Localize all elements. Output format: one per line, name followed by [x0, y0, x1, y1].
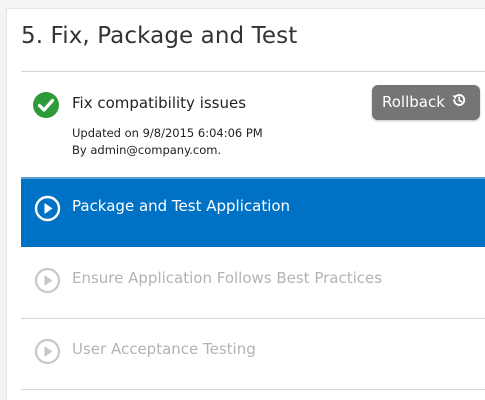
updated-by: By admin@company.com. — [72, 143, 222, 157]
step-label: User Acceptance Testing — [72, 340, 256, 358]
divider — [21, 389, 485, 390]
step-title: Fix compatibility issues — [72, 94, 247, 112]
divider — [21, 71, 485, 72]
step-label: Ensure Application Follows Best Practice… — [72, 269, 383, 287]
rollback-button[interactable]: Rollback — [372, 85, 480, 120]
play-circle-icon — [34, 338, 61, 365]
step-label: Package and Test Application — [72, 197, 291, 215]
step-best-practices[interactable]: Ensure Application Follows Best Practice… — [21, 249, 485, 319]
divider — [21, 318, 485, 319]
play-circle-icon — [34, 267, 61, 294]
fix-package-test-panel: 5. Fix, Package and Test Fix compatibili… — [6, 8, 485, 400]
play-circle-icon — [34, 195, 61, 222]
step-fix-compatibility: Fix compatibility issues Updated on 9/8/… — [21, 73, 485, 177]
updated-timestamp: Updated on 9/8/2015 6:04:06 PM — [72, 126, 263, 140]
checkmark-circle-icon — [33, 92, 59, 118]
history-icon — [452, 93, 465, 106]
step-package-and-test[interactable]: Package and Test Application — [21, 177, 485, 247]
section-title: 5. Fix, Package and Test — [21, 23, 298, 49]
step-user-acceptance-testing[interactable]: User Acceptance Testing — [21, 320, 485, 390]
rollback-label: Rollback — [382, 93, 445, 111]
